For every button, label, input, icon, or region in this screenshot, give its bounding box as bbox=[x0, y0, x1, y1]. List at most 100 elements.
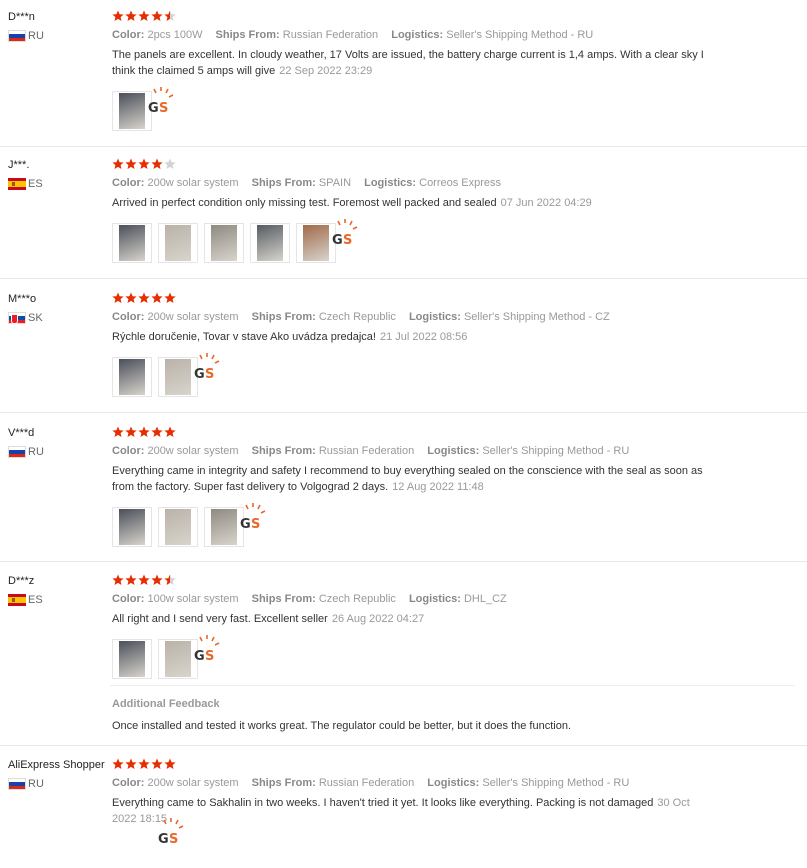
svg-text:G: G bbox=[240, 517, 251, 531]
review-photos: GS bbox=[112, 635, 797, 679]
reviewer-info: J***. ES bbox=[8, 158, 43, 190]
color-label: Color: bbox=[112, 29, 145, 41]
logistics-label: Logistics: bbox=[427, 445, 480, 457]
svg-text:G: G bbox=[158, 832, 169, 846]
color-value: 2pcs 100W bbox=[147, 29, 203, 41]
reviewer-name: M***o bbox=[8, 293, 37, 305]
review-photo-thumbnail[interactable] bbox=[112, 223, 152, 263]
review-body: Color: 200w solar system Ships From: SPA… bbox=[112, 158, 797, 263]
watermark-logo: GS bbox=[146, 85, 176, 118]
star-rating bbox=[112, 574, 797, 586]
logistics-value: Seller's Shipping Method - RU bbox=[446, 29, 594, 41]
ships-from-value: Russian Federation bbox=[318, 445, 415, 457]
review-content: The panels are excellent. In cloudy weat… bbox=[112, 49, 704, 77]
logistics-value: Seller's Shipping Method - CZ bbox=[463, 311, 610, 323]
reviewer-info: D***n RU bbox=[8, 10, 44, 42]
review-photo-thumbnail[interactable] bbox=[204, 223, 244, 263]
photo-image bbox=[119, 509, 145, 545]
photo-image bbox=[165, 359, 191, 395]
reviewer-name: D***z bbox=[8, 575, 35, 587]
review-text: Everything came to Sakhalin in two weeks… bbox=[112, 795, 712, 827]
star-rating bbox=[112, 758, 797, 770]
review-text: Rýchle doručenie, Tovar v stave Ako uvád… bbox=[112, 329, 712, 345]
star-icon bbox=[138, 158, 150, 169]
review-item: V***d RU Color: 200w solar system Ships … bbox=[0, 413, 807, 562]
photo-image bbox=[119, 93, 145, 129]
flag-ru-icon bbox=[8, 778, 26, 790]
ships-from-value: Russian Federation bbox=[318, 777, 415, 789]
star-icon bbox=[125, 292, 137, 303]
star-icon bbox=[112, 574, 124, 585]
review-meta: Color: 200w solar system Ships From: Rus… bbox=[112, 444, 797, 458]
reviewer-country: RU bbox=[8, 30, 44, 42]
color-label: Color: bbox=[112, 777, 145, 789]
review-text: All right and I send very fast. Excellen… bbox=[112, 611, 712, 627]
ships-from-label: Ships From: bbox=[251, 593, 316, 605]
logistics-label: Logistics: bbox=[364, 177, 417, 189]
svg-text:S: S bbox=[251, 517, 260, 531]
ships-from-label: Ships From: bbox=[251, 445, 316, 457]
ships-from-value: Czech Republic bbox=[318, 593, 396, 605]
star-icon bbox=[164, 292, 176, 303]
svg-text:G: G bbox=[194, 649, 205, 663]
review-photo-thumbnail[interactable] bbox=[158, 223, 198, 263]
review-meta: Color: 100w solar system Ships From: Cze… bbox=[112, 592, 797, 606]
review-text: The panels are excellent. In cloudy weat… bbox=[112, 47, 712, 79]
review-photo-thumbnail[interactable] bbox=[112, 357, 152, 397]
logistics-label: Logistics: bbox=[391, 29, 444, 41]
star-icon bbox=[112, 10, 124, 21]
svg-text:G: G bbox=[332, 233, 343, 247]
ships-from-value: SPAIN bbox=[318, 177, 352, 189]
logistics-value: Seller's Shipping Method - RU bbox=[482, 445, 630, 457]
color-value: 200w solar system bbox=[147, 777, 239, 789]
review-content: Arrived in perfect condition only missin… bbox=[112, 197, 497, 209]
divider bbox=[110, 685, 795, 686]
review-photo-thumbnail[interactable] bbox=[250, 223, 290, 263]
country-code: RU bbox=[28, 446, 44, 458]
star-icon bbox=[164, 158, 176, 169]
review-meta: Color: 200w solar system Ships From: SPA… bbox=[112, 176, 797, 190]
review-body: Color: 200w solar system Ships From: Rus… bbox=[112, 426, 797, 547]
review-item: J***. ES Color: 200w solar system Ships … bbox=[0, 147, 807, 279]
color-label: Color: bbox=[112, 177, 145, 189]
review-text: Arrived in perfect condition only missin… bbox=[112, 195, 712, 211]
star-icon bbox=[138, 426, 150, 437]
review-content: Everything came to Sakhalin in two weeks… bbox=[112, 797, 654, 809]
review-photos: GS bbox=[112, 219, 797, 263]
watermark-logo: GS bbox=[156, 816, 186, 849]
ships-from-label: Ships From: bbox=[251, 177, 316, 189]
color-value: 200w solar system bbox=[147, 445, 239, 457]
review-meta: Color: 200w solar system Ships From: Cze… bbox=[112, 310, 797, 324]
gs-logo-icon: GS bbox=[332, 219, 358, 248]
star-icon bbox=[138, 292, 150, 303]
star-rating bbox=[112, 10, 797, 22]
gs-logo-icon: GS bbox=[240, 503, 266, 532]
review-photo-thumbnail[interactable] bbox=[112, 507, 152, 547]
gs-logo-icon: GS bbox=[194, 635, 220, 664]
logistics-label: Logistics: bbox=[408, 311, 461, 323]
review-text: Everything came in integrity and safety … bbox=[112, 463, 712, 495]
color-label: Color: bbox=[112, 593, 145, 605]
color-value: 200w solar system bbox=[147, 177, 239, 189]
ships-from-value: Russian Federation bbox=[282, 29, 379, 41]
review-photo-thumbnail[interactable] bbox=[158, 507, 198, 547]
review-item: D***z ES Color: 100w solar system Ships … bbox=[0, 562, 807, 746]
photo-image bbox=[211, 225, 237, 261]
svg-text:S: S bbox=[343, 233, 352, 247]
watermark-logo: GS bbox=[330, 217, 360, 250]
star-icon bbox=[112, 426, 124, 437]
review-photo-thumbnail[interactable] bbox=[112, 639, 152, 679]
flag-ru-icon bbox=[8, 446, 26, 458]
ships-from-value: Czech Republic bbox=[318, 311, 396, 323]
color-value: 200w solar system bbox=[147, 311, 239, 323]
reviewer-country: RU bbox=[8, 446, 44, 458]
reviewer-country: ES bbox=[8, 594, 43, 606]
photo-image bbox=[165, 641, 191, 677]
svg-text:G: G bbox=[148, 101, 159, 115]
star-rating bbox=[112, 292, 797, 304]
photo-image bbox=[119, 359, 145, 395]
star-icon bbox=[138, 10, 150, 21]
svg-text:G: G bbox=[194, 367, 205, 381]
country-code: SK bbox=[28, 312, 43, 324]
review-body: Color: 200w solar system Ships From: Cze… bbox=[112, 292, 797, 397]
